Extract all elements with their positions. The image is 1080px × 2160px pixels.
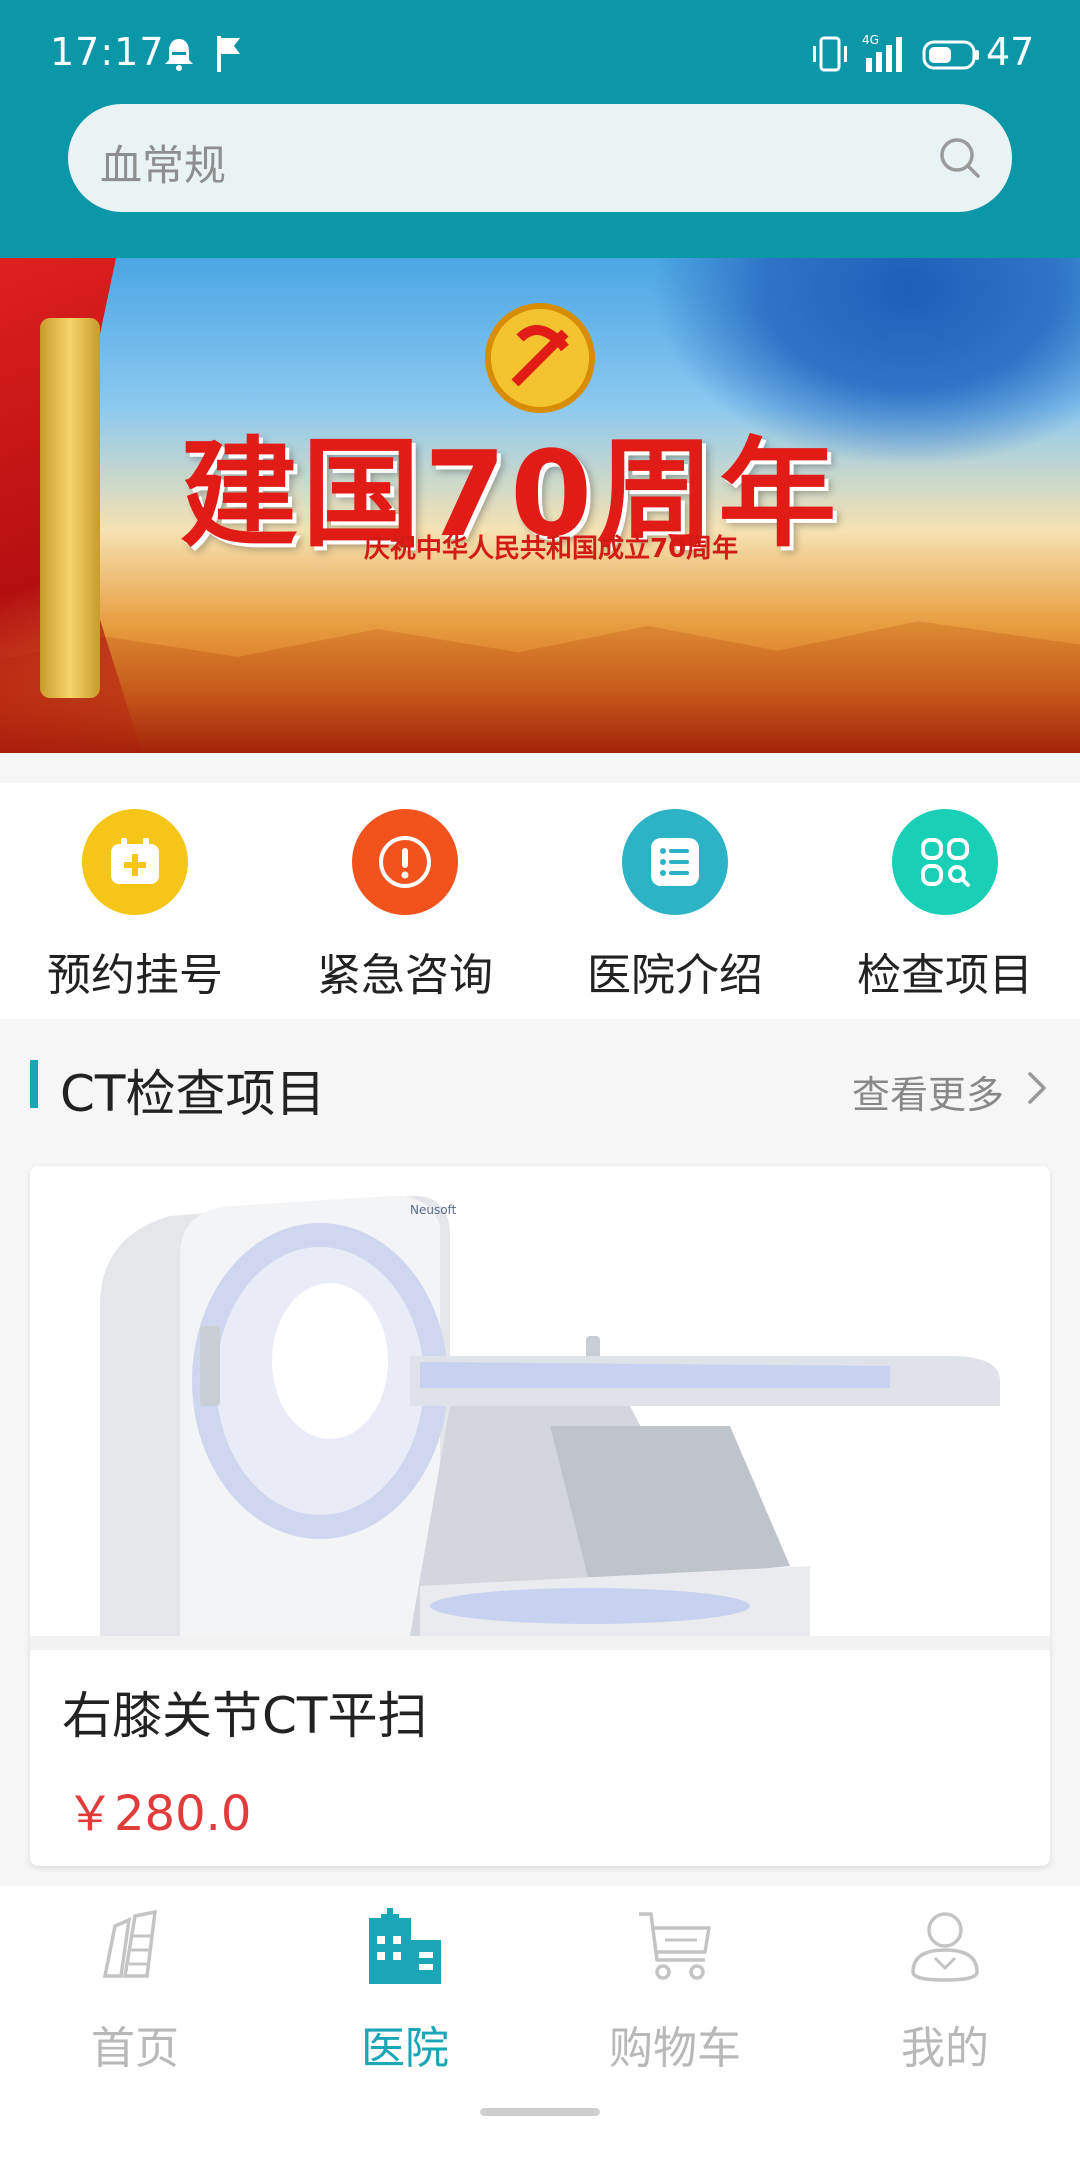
chevron-right-icon[interactable] — [1024, 1068, 1052, 1108]
quick-item-hospital-intro[interactable]: 医院介绍 — [540, 809, 810, 1009]
tab-label: 医院 — [361, 2023, 449, 2074]
quick-item-appointment[interactable]: 预约挂号 — [0, 809, 270, 1009]
home-indicator[interactable] — [480, 2108, 600, 2116]
search-bar[interactable]: 血常规 — [68, 104, 1012, 212]
product-card[interactable]: Neusoft 右膝关节CT平扫 ￥280.0 — [30, 1166, 1050, 1866]
banner-subtitle: 庆祝中华人民共和国成立70周年 — [364, 534, 739, 564]
vibrate-icon — [813, 36, 847, 72]
status-time: 17:17 — [50, 30, 165, 74]
section-title: CT检查项目 — [60, 1065, 326, 1123]
signal-icon: 4G — [862, 33, 902, 72]
quick-item-label: 预约挂号 — [47, 950, 223, 1001]
brand-label: Neusoft — [410, 1203, 457, 1217]
quick-item-label: 紧急咨询 — [317, 950, 493, 1001]
product-name: 右膝关节CT平扫 — [62, 1687, 428, 1745]
pillar-graphic — [40, 318, 100, 698]
quick-item-label: 医院介绍 — [587, 950, 763, 1001]
status-bar: 17:17 4G 47 — [0, 0, 1080, 104]
tab-hospital[interactable]: 医院 — [270, 1906, 540, 2076]
quick-menu: 预约挂号 紧急咨询 医院介绍 检查项目 — [0, 783, 1080, 1019]
quick-item-emergency[interactable]: 紧急咨询 — [270, 809, 540, 1009]
section-accent-bar — [30, 1060, 38, 1108]
card-divider — [30, 1636, 1050, 1650]
tab-label: 我的 — [901, 2023, 989, 2074]
tab-cart[interactable]: 购物车 — [540, 1906, 810, 2076]
section-header: CT检查项目 查看更多 — [0, 1030, 1080, 1140]
hospital-icon[interactable] — [365, 1906, 445, 1986]
search-input[interactable]: 血常规 — [100, 132, 226, 193]
list-icon[interactable] — [622, 809, 728, 915]
product-image[interactable]: Neusoft — [30, 1166, 1050, 1636]
tab-home[interactable]: 首页 — [0, 1906, 270, 2076]
svg-text:4G: 4G — [862, 33, 879, 47]
battery-icon — [922, 40, 979, 70]
calendar-plus-icon[interactable] — [82, 809, 188, 915]
promo-banner[interactable]: 建国70周年 庆祝中华人民共和国成立70周年 — [0, 258, 1080, 753]
bottom-navigation: 首页 医院 购物车 我的 — [0, 1886, 1080, 2160]
great-wall-graphic — [0, 621, 1080, 753]
alert-icon[interactable] — [352, 809, 458, 915]
user-icon[interactable] — [905, 1906, 985, 1986]
cart-icon[interactable] — [635, 1906, 715, 1986]
building-icon[interactable] — [95, 1906, 175, 1986]
search-icon[interactable] — [936, 134, 984, 182]
app-header: 17:17 4G 47 血常规 — [0, 0, 1080, 258]
flag-icon — [217, 36, 240, 72]
tab-mine[interactable]: 我的 — [810, 1906, 1080, 2076]
quick-item-label: 检查项目 — [857, 950, 1033, 1001]
view-more-link[interactable]: 查看更多 — [852, 1064, 1004, 1119]
battery-level: 47 — [986, 30, 1035, 74]
product-price: ￥280.0 — [66, 1786, 252, 1842]
ct-scanner-image: Neusoft — [100, 1195, 1000, 1636]
tab-label: 首页 — [91, 2023, 179, 2074]
quick-item-check-items[interactable]: 检查项目 — [810, 809, 1080, 1009]
grid-search-icon[interactable] — [892, 809, 998, 915]
notification-bell-icon — [165, 39, 193, 71]
tab-label: 购物车 — [609, 2023, 741, 2074]
